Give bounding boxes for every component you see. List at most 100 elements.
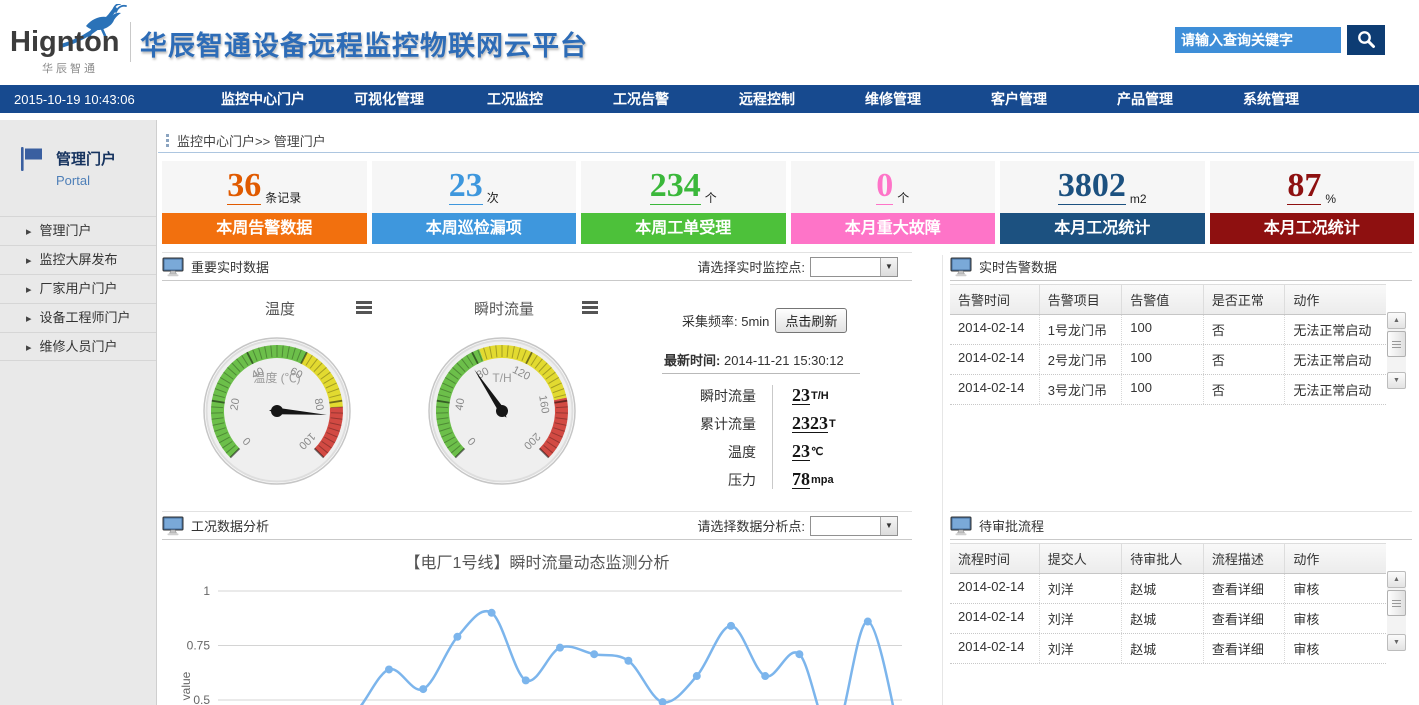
stat-card-value-area: 87% <box>1210 161 1415 213</box>
search-button[interactable] <box>1347 25 1385 55</box>
nav-item-7[interactable]: 客户管理 <box>956 85 1082 113</box>
monitor-select-label: 请选择实时监控点: <box>697 257 805 276</box>
sidebar-item-1[interactable]: ▸管理门户 <box>0 216 156 245</box>
sidebar-item-label: 厂家用户门户 <box>40 281 118 296</box>
nav-item-4[interactable]: 工况告警 <box>578 85 704 113</box>
stat-card-unit: 个 <box>897 189 909 206</box>
stat-card-unit: m2 <box>1130 192 1147 206</box>
breadcrumb-icon <box>166 134 169 147</box>
table-row: 2014-02-141号龙门吊100否无法正常启动 <box>950 315 1386 345</box>
scroll-thumb[interactable] <box>1387 590 1406 616</box>
table-cell: 2号龙门吊 <box>1039 345 1121 374</box>
stat-card-value[interactable]: 23 <box>449 169 483 205</box>
stat-card-label: 本月工况统计 <box>1000 213 1205 244</box>
scroll-down-icon[interactable]: ▼ <box>1387 372 1406 389</box>
alarm-table-scrollbar[interactable]: ▲▼ <box>1387 312 1406 389</box>
nav-item-9[interactable]: 系统管理 <box>1208 85 1334 113</box>
reading-value: 78 <box>792 470 810 490</box>
stat-card-unit: 次 <box>487 189 499 206</box>
alarm-panel-header: 实时告警数据 <box>950 252 1412 281</box>
row-action[interactable]: 查看详细 <box>1203 634 1285 663</box>
table-cell: 赵城 <box>1121 634 1203 663</box>
table-cell: 2014-02-14 <box>950 574 1039 603</box>
refresh-button[interactable]: 点击刷新 <box>775 308 847 333</box>
scroll-track[interactable] <box>1387 329 1406 372</box>
section-title: 待审批流程 <box>979 516 1044 535</box>
nav-item-8[interactable]: 产品管理 <box>1082 85 1208 113</box>
scroll-down-icon[interactable]: ▼ <box>1387 634 1406 651</box>
gauge-menu-icon[interactable] <box>582 301 598 316</box>
stat-card-value[interactable]: 3802 <box>1058 169 1126 205</box>
sidebar-item-2[interactable]: ▸监控大屏发布 <box>0 245 156 274</box>
gauge-menu-icon[interactable] <box>356 301 372 316</box>
monitor-point-select[interactable]: ▼ <box>810 257 898 277</box>
logo-divider <box>130 22 131 62</box>
scroll-up-icon[interactable]: ▲ <box>1387 571 1406 588</box>
table-cell: 100 <box>1121 375 1203 404</box>
scroll-thumb[interactable] <box>1387 331 1406 357</box>
stat-card-3: 234个本周工单受理 <box>581 161 786 244</box>
frequency-text: 采集频率: 5min <box>682 311 769 330</box>
arrow-right-icon: ▸ <box>26 226 32 238</box>
table-header: 告警时间告警项目告警值是否正常动作 <box>950 284 1386 315</box>
table-row: 2014-02-143号龙门吊100否无法正常启动 <box>950 375 1386 405</box>
row-action[interactable]: 查看详细 <box>1203 604 1285 633</box>
stat-card-value[interactable]: 234 <box>650 169 701 205</box>
analysis-point-select[interactable]: ▼ <box>810 516 898 536</box>
search-input[interactable] <box>1175 27 1341 53</box>
row-action[interactable]: 审核 <box>1284 604 1386 633</box>
arrow-right-icon: ▸ <box>26 313 32 325</box>
stat-card-value-area: 36条记录 <box>162 161 367 213</box>
nav-item-5[interactable]: 远程控制 <box>704 85 830 113</box>
reading-value: 23 <box>792 386 810 406</box>
sidebar-item-3[interactable]: ▸厂家用户门户 <box>0 274 156 303</box>
stat-card-value[interactable]: 36 <box>227 169 261 205</box>
scroll-track[interactable] <box>1387 588 1406 634</box>
table-cell: 100 <box>1121 315 1203 344</box>
portal-subtitle: Portal <box>56 173 116 188</box>
reading-unit: T <box>829 418 836 430</box>
sidebar-item-4[interactable]: ▸ 设备工程师门户 <box>0 303 156 332</box>
reading-row: 压力78mpa <box>660 465 880 494</box>
stat-card-label: 本周告警数据 <box>162 213 367 244</box>
stat-card-value[interactable]: 0 <box>876 169 893 205</box>
stat-card-unit: 条记录 <box>265 189 301 206</box>
reading-value: 23 <box>792 442 810 462</box>
table-row: 2014-02-14刘洋赵城查看详细审核 <box>950 574 1386 604</box>
svg-text:T/H: T/H <box>492 371 511 385</box>
svg-text:value: value <box>179 671 193 700</box>
table-cell: 2014-02-14 <box>950 375 1039 404</box>
arrow-right-icon: ▸ <box>26 255 32 267</box>
monitor-icon <box>162 257 184 277</box>
svg-text:0.5: 0.5 <box>193 693 210 705</box>
table-row: 2014-02-14刘洋赵城查看详细审核 <box>950 604 1386 634</box>
reading-value: 2323 <box>792 414 828 434</box>
latest-time-value: 2014-11-21 15:30:12 <box>724 353 844 368</box>
column-header: 告警时间 <box>950 285 1039 314</box>
readings-divider <box>772 385 773 489</box>
section-title: 工况数据分析 <box>191 516 269 535</box>
row-action[interactable]: 查看详细 <box>1203 574 1285 603</box>
row-action[interactable]: 审核 <box>1284 574 1386 603</box>
svg-text:20: 20 <box>229 397 243 411</box>
nav-item-2[interactable]: 可视化管理 <box>326 85 452 113</box>
stat-card-6: 87%本月工况统计 <box>1210 161 1415 244</box>
approval-table-scrollbar[interactable]: ▲▼ <box>1387 571 1406 651</box>
portal-title: 管理门户 <box>56 146 116 169</box>
column-header: 动作 <box>1284 285 1386 314</box>
scroll-up-icon[interactable]: ▲ <box>1387 312 1406 329</box>
info-divider <box>662 373 860 374</box>
sidebar-item-label: 设备工程师门户 <box>40 310 131 325</box>
nav-item-1[interactable]: 监控中心门户 <box>200 85 326 113</box>
table-cell: 刘洋 <box>1039 574 1121 603</box>
sidebar-item-5[interactable]: ▸维修人员门户 <box>0 332 156 361</box>
reading-label: 压力 <box>660 470 756 490</box>
nav-item-6[interactable]: 维修管理 <box>830 85 956 113</box>
stat-card-5: 3802 m2 本月工况统计 <box>1000 161 1205 244</box>
svg-text:1: 1 <box>203 584 210 598</box>
reading-row: 瞬时流量23T/H <box>660 381 880 410</box>
stat-card-value[interactable]: 87 <box>1287 169 1321 205</box>
row-action[interactable]: 审核 <box>1284 634 1386 663</box>
nav-item-3[interactable]: 工况监控 <box>452 85 578 113</box>
main-nav: 2015-10-19 10:43:06 监控中心门户可视化管理工况监控工况告警远… <box>0 85 1419 113</box>
